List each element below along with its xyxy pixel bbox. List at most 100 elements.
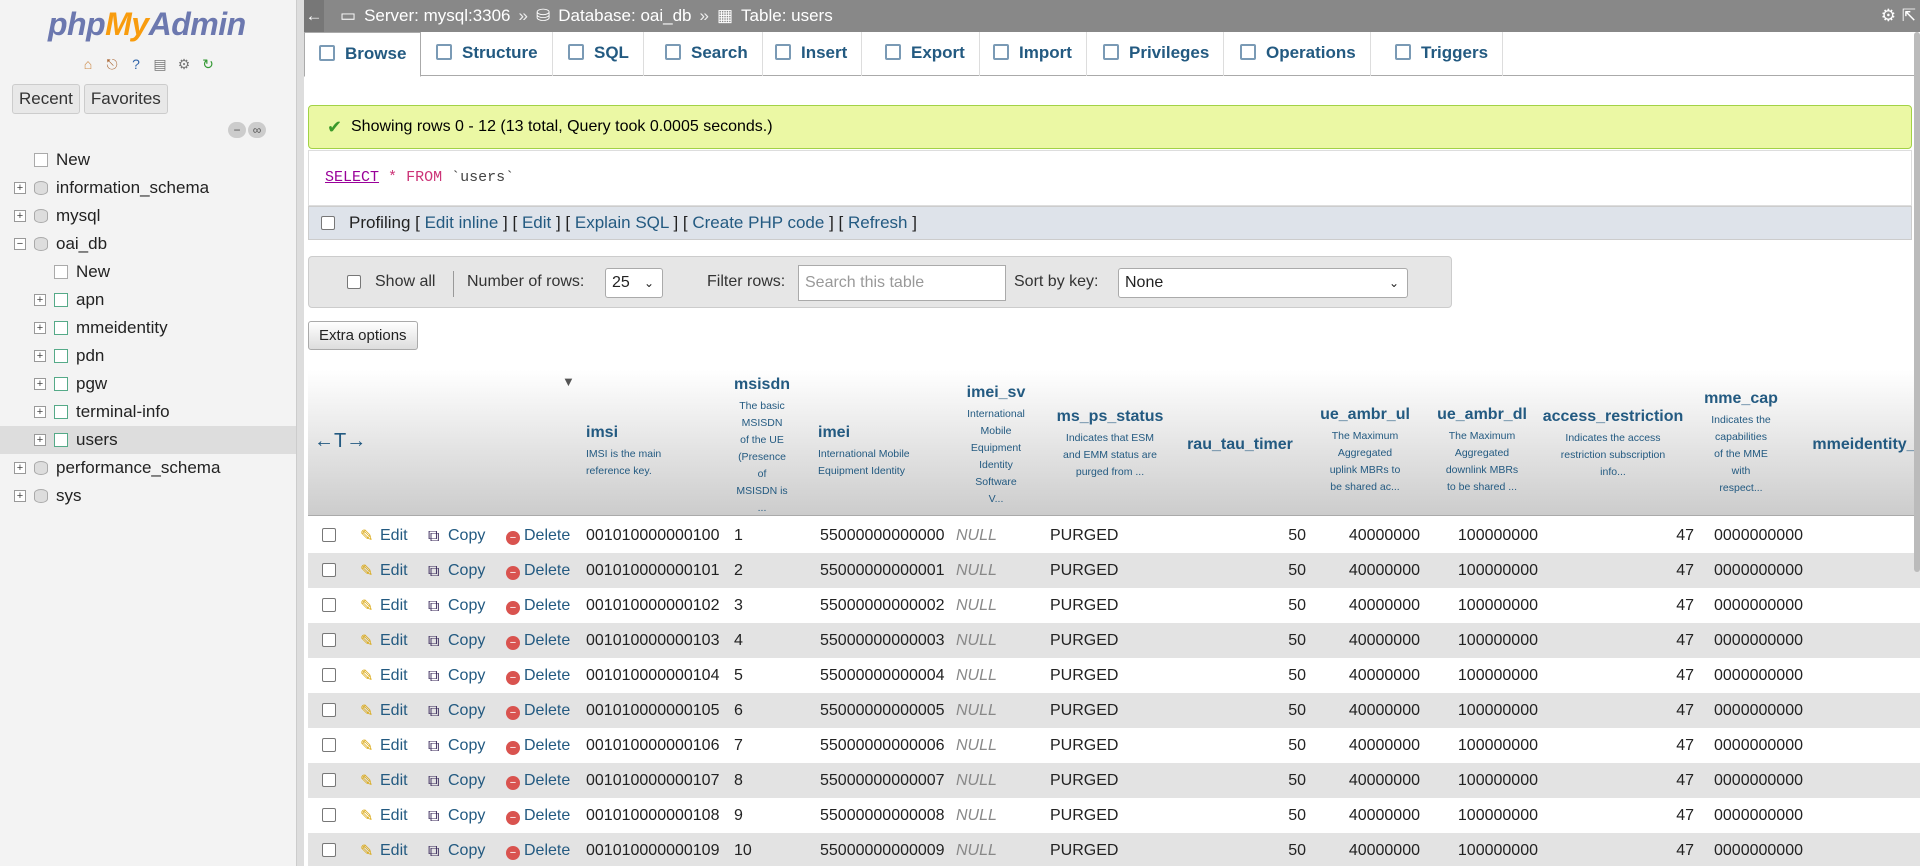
cell-ue_ambr_ul[interactable]: 40000000 xyxy=(1349,763,1420,798)
column-header-msisdn[interactable]: msisdn The basic MSISDN of the UE (Presence o… xyxy=(732,376,792,517)
cell-msisdn[interactable]: 3 xyxy=(734,588,743,623)
cell-access_restriction[interactable]: 47 xyxy=(1676,763,1694,798)
cell-access_restriction[interactable]: 47 xyxy=(1676,518,1694,553)
cell-msisdn[interactable]: 8 xyxy=(734,763,743,798)
tab-insert[interactable]: Insert xyxy=(761,32,863,76)
cell-ue_ambr_ul[interactable]: 40000000 xyxy=(1349,798,1420,833)
tab-export[interactable]: Export xyxy=(871,32,980,76)
delete-row-button[interactable]: − Delete xyxy=(506,693,570,728)
breadcrumb-table[interactable]: Table: users xyxy=(741,0,833,32)
cell-imsi[interactable]: 001010000000106 xyxy=(586,728,719,763)
copy-row-button[interactable]: ⧉ Copy xyxy=(428,623,485,658)
copy-row-button[interactable]: ⧉ Copy xyxy=(428,693,485,728)
create-php-code-link[interactable]: Create PHP code xyxy=(692,213,824,232)
cell-ue_ambr_ul[interactable]: 40000000 xyxy=(1349,658,1420,693)
column-name[interactable]: access_restriction xyxy=(1538,408,1688,426)
edit-row-button[interactable]: ✎ Edit xyxy=(360,553,408,588)
cell-access_restriction[interactable]: 47 xyxy=(1676,693,1694,728)
delete-row-button[interactable]: − Delete xyxy=(506,728,570,763)
column-header-mmeidentity_[interactable]: mmeidentity_ xyxy=(1808,436,1920,454)
cell-ms_ps_status[interactable]: PURGED xyxy=(1050,518,1118,553)
cell-mme_cap[interactable]: 0000000000 xyxy=(1714,553,1803,588)
column-name[interactable]: ms_ps_status xyxy=(1050,408,1170,426)
delete-row-button[interactable]: − Delete xyxy=(506,588,570,623)
sidebar-resizer[interactable] xyxy=(296,0,304,866)
expand-icon[interactable]: + xyxy=(14,210,26,222)
show-all-label[interactable]: Show all xyxy=(375,257,435,307)
cell-imei_sv[interactable]: NULL xyxy=(956,588,997,623)
collapse-all-icon[interactable]: − xyxy=(228,122,246,138)
sidebar-item[interactable]: + terminal-info xyxy=(0,398,296,426)
column-name[interactable]: rau_tau_timer xyxy=(1176,436,1304,454)
cell-ms_ps_status[interactable]: PURGED xyxy=(1050,553,1118,588)
column-header-imei_sv[interactable]: imei_sv International Mobile Equipment Ident… xyxy=(956,384,1036,508)
copy-row-button[interactable]: ⧉ Copy xyxy=(428,763,485,798)
rows-select[interactable]: 25 ⌄ xyxy=(605,268,663,298)
logout-icon[interactable]: ⎋ xyxy=(102,54,122,74)
edit-link[interactable]: Edit xyxy=(522,213,551,232)
sql-keyword[interactable]: SELECT xyxy=(325,169,379,186)
row-checkbox[interactable] xyxy=(322,738,336,752)
edit-row-button[interactable]: ✎ Edit xyxy=(360,693,408,728)
sidebar-item[interactable]: + performance_schema xyxy=(0,454,296,482)
home-icon[interactable]: ⌂ xyxy=(78,54,98,74)
tab-triggers[interactable]: Triggers xyxy=(1381,32,1504,76)
cell-imei_sv[interactable]: NULL xyxy=(956,798,997,833)
column-header-ms_ps_status[interactable]: ms_ps_status Indicates that ESM and EMM st… xyxy=(1050,408,1170,481)
cell-msisdn[interactable]: 10 xyxy=(734,833,752,866)
cell-ue_ambr_ul[interactable]: 40000000 xyxy=(1349,553,1420,588)
cell-ue_ambr_dl[interactable]: 100000000 xyxy=(1458,518,1538,553)
scrollbar[interactable] xyxy=(1914,32,1920,572)
cell-rau_tau_timer[interactable]: 50 xyxy=(1288,518,1306,553)
row-checkbox[interactable] xyxy=(322,843,336,857)
row-checkbox[interactable] xyxy=(322,528,336,542)
sidebar-item[interactable]: New xyxy=(0,258,296,286)
filter-input[interactable]: Search this table xyxy=(798,265,1006,301)
cell-access_restriction[interactable]: 47 xyxy=(1676,833,1694,866)
cell-imsi[interactable]: 001010000000102 xyxy=(586,588,719,623)
cell-imei_sv[interactable]: NULL xyxy=(956,623,997,658)
column-header-access_restriction[interactable]: access_restriction Indicates the access re… xyxy=(1538,408,1688,481)
cell-ue_ambr_ul[interactable]: 40000000 xyxy=(1349,588,1420,623)
cell-ue_ambr_dl[interactable]: 100000000 xyxy=(1458,588,1538,623)
cell-ue_ambr_dl[interactable]: 100000000 xyxy=(1458,553,1538,588)
cell-msisdn[interactable]: 6 xyxy=(734,693,743,728)
help-icon[interactable]: ? xyxy=(126,54,146,74)
copy-row-button[interactable]: ⧉ Copy xyxy=(428,798,485,833)
edit-row-button[interactable]: ✎ Edit xyxy=(360,588,408,623)
column-name[interactable]: msisdn xyxy=(732,376,792,394)
delete-row-button[interactable]: − Delete xyxy=(506,658,570,693)
cell-imei[interactable]: 55000000000001 xyxy=(820,553,945,588)
sidebar-item[interactable]: + mysql xyxy=(0,202,296,230)
cell-msisdn[interactable]: 4 xyxy=(734,623,743,658)
delete-row-button[interactable]: − Delete xyxy=(506,798,570,833)
extra-options-button[interactable]: Extra options xyxy=(308,321,418,350)
copy-row-button[interactable]: ⧉ Copy xyxy=(428,588,485,623)
cell-rau_tau_timer[interactable]: 50 xyxy=(1288,833,1306,866)
delete-row-button[interactable]: − Delete xyxy=(506,763,570,798)
expand-icon[interactable]: + xyxy=(34,434,46,446)
column-header-imei[interactable]: imei International Mobile Equipment Identi… xyxy=(818,424,948,480)
cell-imei[interactable]: 55000000000004 xyxy=(820,658,945,693)
cell-access_restriction[interactable]: 47 xyxy=(1676,728,1694,763)
expand-icon[interactable]: + xyxy=(34,322,46,334)
link-with-main-icon[interactable]: ∞ xyxy=(248,122,266,138)
cell-ue_ambr_ul[interactable]: 40000000 xyxy=(1349,833,1420,866)
cell-access_restriction[interactable]: 47 xyxy=(1676,623,1694,658)
cell-mme_cap[interactable]: 0000000000 xyxy=(1714,693,1803,728)
cell-access_restriction[interactable]: 47 xyxy=(1676,553,1694,588)
column-name[interactable]: mme_cap xyxy=(1696,390,1786,408)
cell-mme_cap[interactable]: 0000000000 xyxy=(1714,518,1803,553)
cell-ms_ps_status[interactable]: PURGED xyxy=(1050,763,1118,798)
settings-icon[interactable]: ⚙ xyxy=(174,54,194,74)
cell-rau_tau_timer[interactable]: 50 xyxy=(1288,693,1306,728)
cell-msisdn[interactable]: 2 xyxy=(734,553,743,588)
explain-sql-link[interactable]: Explain SQL xyxy=(575,213,669,232)
cell-ue_ambr_ul[interactable]: 40000000 xyxy=(1349,518,1420,553)
edit-row-button[interactable]: ✎ Edit xyxy=(360,833,408,866)
copy-row-button[interactable]: ⧉ Copy xyxy=(428,728,485,763)
sidebar-item[interactable]: + pdn xyxy=(0,342,296,370)
phpmyadmin-logo[interactable]: phpMyAdmin xyxy=(48,6,246,43)
cell-mme_cap[interactable]: 0000000000 xyxy=(1714,798,1803,833)
copy-row-button[interactable]: ⧉ Copy xyxy=(428,518,485,553)
